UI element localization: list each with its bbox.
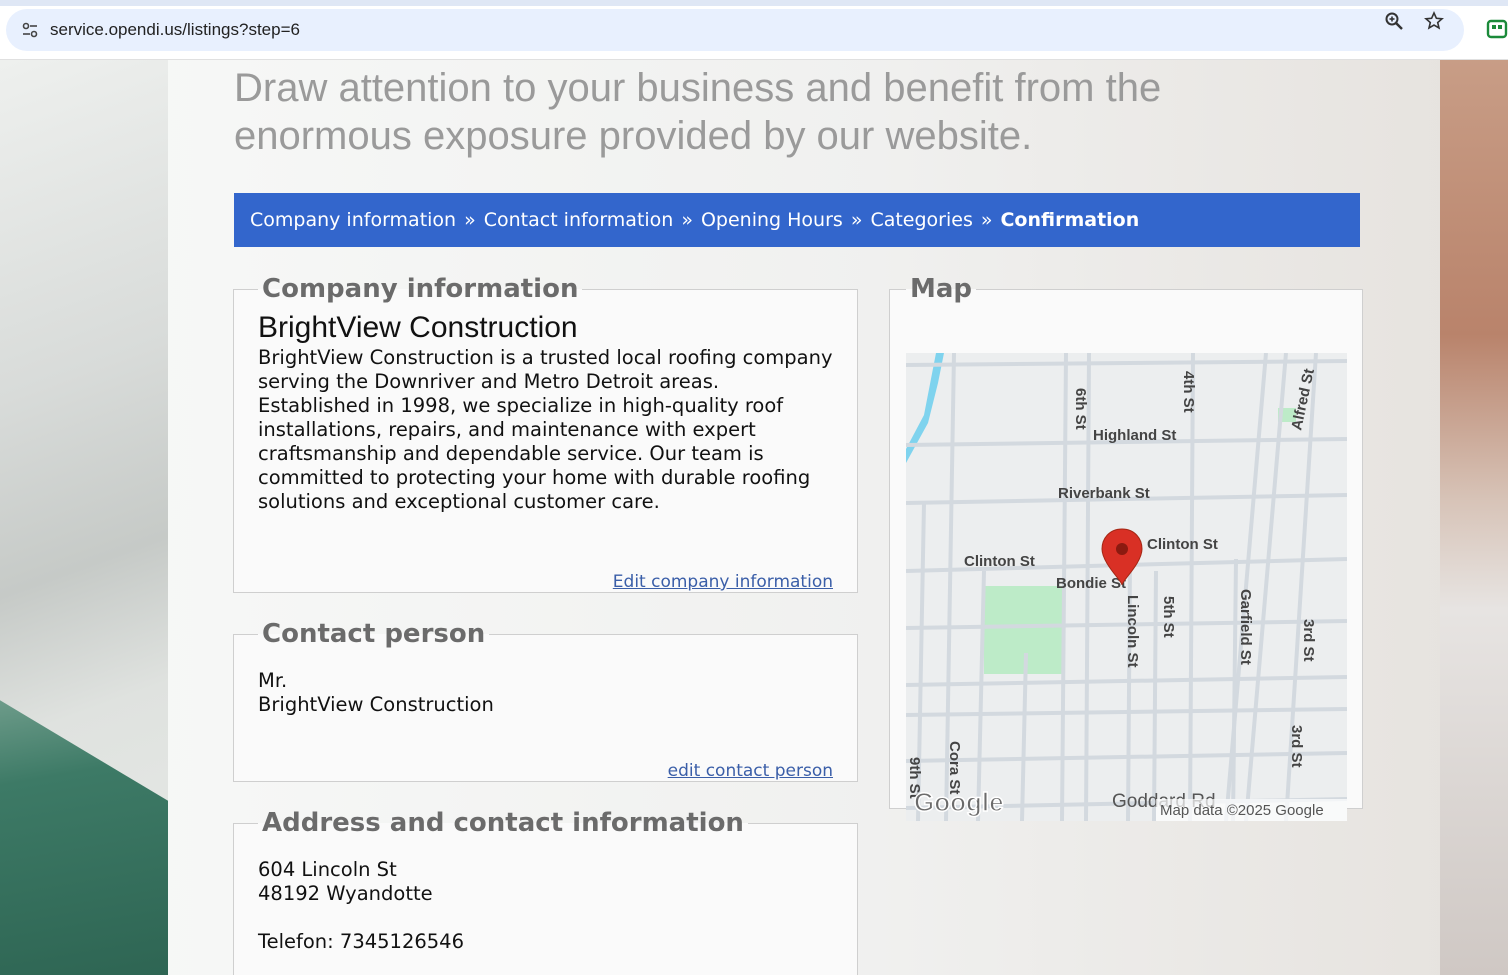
street-label-5th: 5th St — [1160, 596, 1177, 638]
street-label-4th: 4th St — [1180, 371, 1197, 413]
step-company-information[interactable]: Company information — [250, 209, 456, 231]
company-information-legend: Company information — [262, 274, 579, 304]
address-street: 604 Lincoln St — [258, 858, 397, 881]
company-name: BrightView Construction — [258, 311, 578, 344]
street-label-riverbank: Riverbank St — [1058, 485, 1150, 502]
background-photo-right — [1440, 60, 1508, 975]
browser-toolbar: service.opendi.us/listings?step=6 — [0, 0, 1508, 60]
street-label-garfield: Garfield St — [1237, 589, 1254, 665]
headline-line-2: enormous exposure provided by our websit… — [234, 114, 1033, 158]
page-headline: Draw attention to your business and bene… — [234, 64, 1234, 160]
zoom-icon[interactable] — [1382, 9, 1406, 33]
tab-strip — [0, 0, 1508, 6]
contact-person-box: Company information Contact person Mr. B… — [233, 619, 858, 782]
contact-name: BrightView Construction — [258, 693, 494, 716]
map-svg: 6th St 4th St Alfred St Highland St Rive… — [906, 353, 1347, 821]
step-breadcrumb: Company information » Contact informatio… — [234, 193, 1360, 247]
map-park — [984, 586, 1062, 674]
map-box: Map 6th St 4th St Alfred St Highland St … — [889, 274, 1363, 821]
map-attribution[interactable]: Map data ©2025 Google — [1160, 802, 1324, 819]
address-bar[interactable]: service.opendi.us/listings?step=6 — [6, 9, 1464, 51]
edit-contact-person-link[interactable]: edit contact person — [668, 761, 833, 781]
step-separator: » — [464, 209, 476, 231]
address-city: 48192 Wyandotte — [258, 882, 433, 905]
street-label-lincoln: Lincoln St — [1124, 595, 1141, 668]
map-canvas[interactable]: 6th St 4th St Alfred St Highland St Rive… — [906, 353, 1347, 821]
address-contact-box: Address and contact information 604 Linc… — [233, 808, 858, 975]
google-logo: Google — [914, 787, 1004, 817]
street-label-bondie: Bondie St — [1056, 575, 1126, 592]
street-label-3rd-b: 3rd St — [1288, 725, 1305, 768]
site-settings-icon[interactable] — [18, 18, 42, 42]
company-description: BrightView Construction is a trusted loc… — [258, 346, 833, 513]
contact-person-legend: Contact person — [262, 619, 486, 649]
headline-line-1: Draw attention to your business and bene… — [234, 66, 1162, 110]
bookmark-star-icon[interactable] — [1422, 9, 1446, 33]
contact-salutation: Mr. — [258, 669, 288, 692]
step-separator: » — [681, 209, 693, 231]
step-separator: » — [980, 209, 993, 231]
edit-company-information-link[interactable]: Edit company information — [613, 572, 833, 592]
url-text[interactable]: service.opendi.us/listings?step=6 — [50, 20, 300, 40]
extension-icon[interactable] — [1486, 18, 1508, 40]
address-phone: Telefon: 7345126546 — [258, 930, 464, 953]
step-contact-information[interactable]: Contact information — [484, 209, 674, 231]
step-opening-hours[interactable]: Opening Hours — [701, 209, 843, 231]
street-label-highland: Highland St — [1093, 427, 1176, 444]
address-contact-legend: Address and contact information — [262, 808, 744, 838]
street-label-6th: 6th St — [1072, 388, 1089, 430]
step-separator: » — [850, 209, 863, 231]
street-label-clinton-left: Clinton St — [964, 553, 1035, 570]
company-information-box: Company information BrightView Construct… — [233, 274, 858, 593]
step-confirmation: Confirmation — [1000, 209, 1140, 231]
street-label-clinton-right: Clinton St — [1147, 536, 1218, 553]
street-label-3rd-a: 3rd St — [1300, 619, 1317, 662]
map-legend: Map — [910, 274, 973, 304]
step-categories[interactable]: Categories — [870, 209, 972, 231]
